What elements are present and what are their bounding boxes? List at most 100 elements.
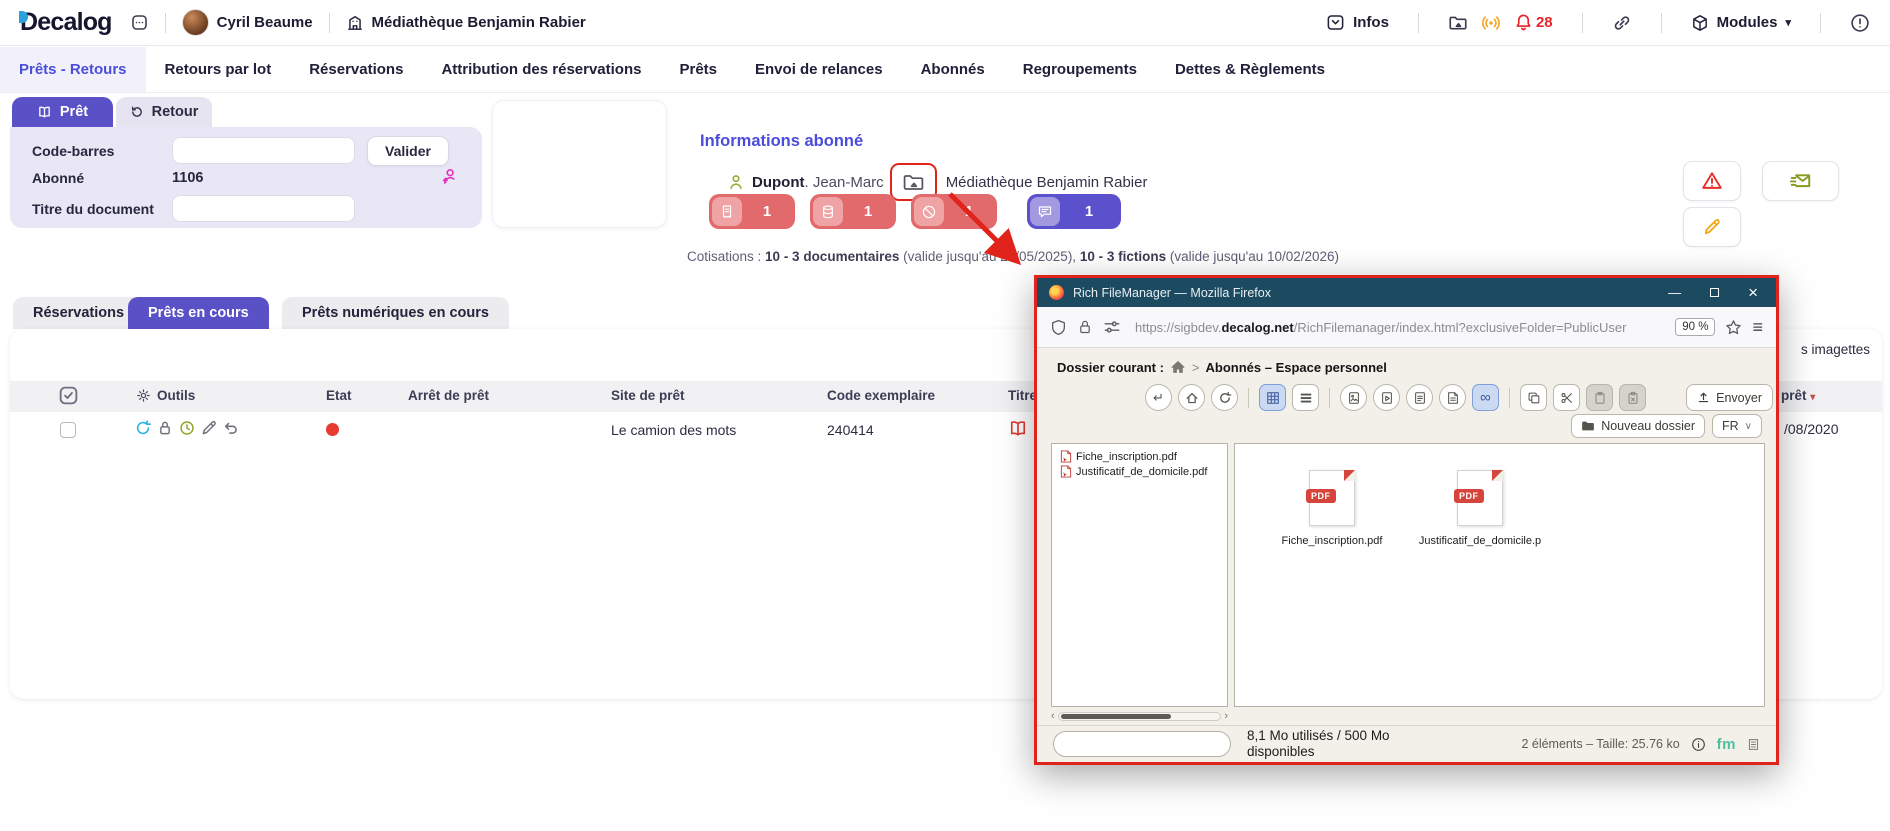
- infos-button[interactable]: Infos: [1326, 13, 1389, 32]
- person-link-icon[interactable]: [440, 167, 459, 186]
- nav-regroupements[interactable]: Regroupements: [1004, 47, 1156, 92]
- window-titlebar[interactable]: Rich FileManager — Mozilla Firefox — ×: [1037, 278, 1776, 307]
- edit-row-icon[interactable]: [200, 419, 218, 437]
- col-titre[interactable]: Titre: [1008, 388, 1037, 403]
- file-thumbnail[interactable]: PDF Justificatif_de_domicile.p: [1425, 470, 1535, 547]
- clear-clipboard-button[interactable]: [1619, 384, 1646, 411]
- col-etat[interactable]: Etat: [326, 388, 352, 403]
- tree-horizontal-scrollbar[interactable]: ‹ ›: [1051, 710, 1228, 722]
- rich-filemanager-window: Rich FileManager — Mozilla Firefox — × h…: [1034, 275, 1779, 765]
- tab-reservations[interactable]: Réservations: [13, 297, 144, 329]
- menu-burger-icon[interactable]: ≡: [1752, 317, 1763, 338]
- breadcrumb-path[interactable]: Abonnés – Espace personnel: [1206, 360, 1387, 375]
- shield-icon: [1050, 319, 1067, 336]
- folder-export-icon[interactable]: [1448, 13, 1468, 33]
- filter-text-files-button[interactable]: [1439, 384, 1466, 411]
- barcode-input[interactable]: [172, 137, 355, 164]
- refresh-button[interactable]: [1211, 384, 1238, 411]
- row-checkbox[interactable]: [60, 422, 76, 438]
- lock-icon[interactable]: [156, 419, 174, 437]
- alert-circle-icon[interactable]: [1850, 13, 1870, 33]
- new-folder-button[interactable]: Nouveau dossier: [1571, 414, 1705, 438]
- broadcast-icon[interactable]: [1481, 13, 1501, 33]
- col-date-pret-fragment[interactable]: prêt ▾: [1781, 388, 1815, 403]
- search-input[interactable]: [1068, 737, 1223, 751]
- search-box[interactable]: [1053, 731, 1231, 757]
- list-view-button[interactable]: [1292, 384, 1319, 411]
- col-outils[interactable]: Outils: [136, 388, 195, 403]
- badge-loans[interactable]: 1: [709, 194, 795, 229]
- scroll-left-icon[interactable]: ‹: [1051, 710, 1055, 722]
- cut-button[interactable]: [1553, 384, 1580, 411]
- language-select[interactable]: FR ∨: [1712, 414, 1762, 438]
- tab-prets-numeriques[interactable]: Prêts numériques en cours: [282, 297, 509, 329]
- url-field[interactable]: https://sigbdev.decalog.net/RichFilemana…: [1135, 320, 1665, 335]
- nav-prets[interactable]: Prêts: [660, 47, 736, 92]
- undo-icon[interactable]: [222, 419, 240, 437]
- lock-warning-icon[interactable]: [1077, 319, 1093, 335]
- badge-resources[interactable]: 1: [810, 194, 896, 229]
- edit-button[interactable]: [1683, 207, 1741, 247]
- modules-menu[interactable]: Modules ▾: [1691, 14, 1791, 32]
- folder-icon: [1581, 419, 1595, 433]
- scroll-right-icon[interactable]: ›: [1224, 710, 1228, 722]
- file-tree-pane[interactable]: Fiche_inscription.pdf Justificatif_de_do…: [1051, 443, 1228, 707]
- history-clock-icon[interactable]: [178, 419, 196, 437]
- bookmark-star-icon[interactable]: [1725, 319, 1742, 336]
- nav-reservations[interactable]: Réservations: [290, 47, 422, 92]
- filter-videos-button[interactable]: [1373, 384, 1400, 411]
- tab-retour[interactable]: Retour: [116, 97, 212, 127]
- scrollbar-thumb[interactable]: [1061, 714, 1171, 719]
- tab-pret[interactable]: Prêt: [12, 97, 113, 127]
- link-icon[interactable]: [1612, 13, 1632, 33]
- send-mail-button[interactable]: [1762, 161, 1839, 201]
- scrollbar-track[interactable]: [1058, 712, 1222, 721]
- col-site-de-pret[interactable]: Site de prêt: [611, 388, 685, 403]
- filemanager-logo: fm: [1717, 736, 1736, 753]
- home-icon[interactable]: [1170, 359, 1186, 375]
- nav-abonnes[interactable]: Abonnés: [902, 47, 1004, 92]
- file-grid-pane[interactable]: PDF Fiche_inscription.pdf PDF Justificat…: [1234, 443, 1765, 707]
- paste-button[interactable]: [1586, 384, 1613, 411]
- current-user[interactable]: Cyril Beaume: [182, 9, 313, 36]
- app-icon[interactable]: [130, 13, 149, 32]
- copy-button[interactable]: [1520, 384, 1547, 411]
- tree-file[interactable]: Justificatif_de_domicile.pdf: [1060, 464, 1225, 479]
- nav-envoi-relances[interactable]: Envoi de relances: [736, 47, 902, 92]
- go-up-button[interactable]: ↵: [1145, 384, 1172, 411]
- grid-view-button[interactable]: [1259, 384, 1286, 411]
- badge-messages[interactable]: 1: [1027, 194, 1121, 229]
- show-all-button[interactable]: ∞: [1472, 384, 1499, 411]
- maximize-button[interactable]: [1710, 288, 1719, 297]
- nav-attribution-reservations[interactable]: Attribution des réservations: [422, 47, 660, 92]
- filter-documents-button[interactable]: [1406, 384, 1433, 411]
- zoom-level-badge[interactable]: 90 %: [1675, 318, 1715, 336]
- close-button[interactable]: ×: [1748, 284, 1758, 301]
- envoyer-button[interactable]: Envoyer: [1686, 384, 1773, 411]
- alerts-button[interactable]: [1683, 161, 1741, 201]
- minimize-button[interactable]: —: [1668, 285, 1681, 300]
- return-icon: ↵: [1153, 390, 1164, 406]
- filter-images-button[interactable]: [1340, 384, 1367, 411]
- col-arret-de-pret[interactable]: Arrêt de prêt: [408, 388, 489, 403]
- tree-file[interactable]: Fiche_inscription.pdf: [1060, 449, 1225, 464]
- select-all-checkbox[interactable]: [58, 385, 79, 406]
- permissions-toggle-icon[interactable]: [1103, 318, 1121, 336]
- badge-blocks[interactable]: 1: [911, 194, 997, 229]
- list-detail-icon[interactable]: [1747, 738, 1760, 751]
- info-circle-icon[interactable]: [1691, 737, 1706, 752]
- open-book-icon[interactable]: [1008, 419, 1028, 439]
- nav-prets-retours[interactable]: Prêts - Retours: [0, 47, 146, 92]
- inbox-icon: [1326, 13, 1345, 32]
- valider-button[interactable]: Valider: [367, 136, 449, 166]
- tab-prets-en-cours[interactable]: Prêts en cours: [128, 297, 269, 329]
- nav-dettes-reglements[interactable]: Dettes & Règlements: [1156, 47, 1344, 92]
- nav-retours-par-lot[interactable]: Retours par lot: [146, 47, 291, 92]
- renew-icon[interactable]: [134, 419, 152, 437]
- home-button[interactable]: [1178, 384, 1205, 411]
- col-code-exemplaire[interactable]: Code exemplaire: [827, 388, 935, 403]
- current-library[interactable]: Médiathèque Benjamin Rabier: [346, 14, 586, 32]
- titre-document-input[interactable]: [172, 195, 355, 222]
- notifications-button[interactable]: 28: [1514, 13, 1553, 32]
- file-thumbnail[interactable]: PDF Fiche_inscription.pdf: [1277, 470, 1387, 547]
